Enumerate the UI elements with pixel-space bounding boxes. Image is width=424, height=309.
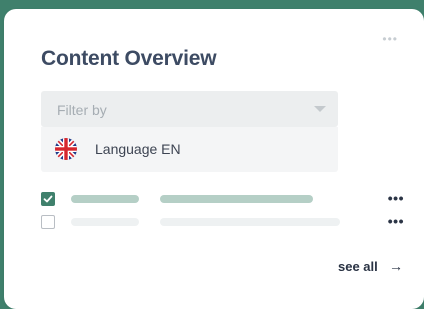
check-icon [43,195,53,203]
language-option[interactable]: Language EN [41,127,338,172]
see-all-link[interactable]: see all [338,259,378,274]
language-option-label: Language EN [95,141,181,157]
card-menu-icon[interactable]: ••• [382,33,398,45]
uk-flag-icon [55,138,77,160]
list-row: ••• [41,189,404,209]
filter-dropdown[interactable]: Filter by [41,91,338,127]
arrow-right-icon[interactable]: → [389,258,403,274]
filter-placeholder: Filter by [57,102,107,118]
row-checkbox-checked[interactable] [41,192,55,206]
row-more-icon[interactable]: ••• [388,191,404,205]
chevron-down-icon [314,106,326,112]
content-overview-card: ••• Content Overview Filter by Language … [4,9,424,309]
list-row: ••• [41,212,404,232]
skeleton-bar [160,195,313,203]
row-more-icon[interactable]: ••• [388,214,404,228]
skeleton-bar [71,218,139,226]
card-title: Content Overview [41,47,217,70]
skeleton-bar [160,218,340,226]
skeleton-bar [71,195,139,203]
row-checkbox-unchecked[interactable] [41,215,55,229]
